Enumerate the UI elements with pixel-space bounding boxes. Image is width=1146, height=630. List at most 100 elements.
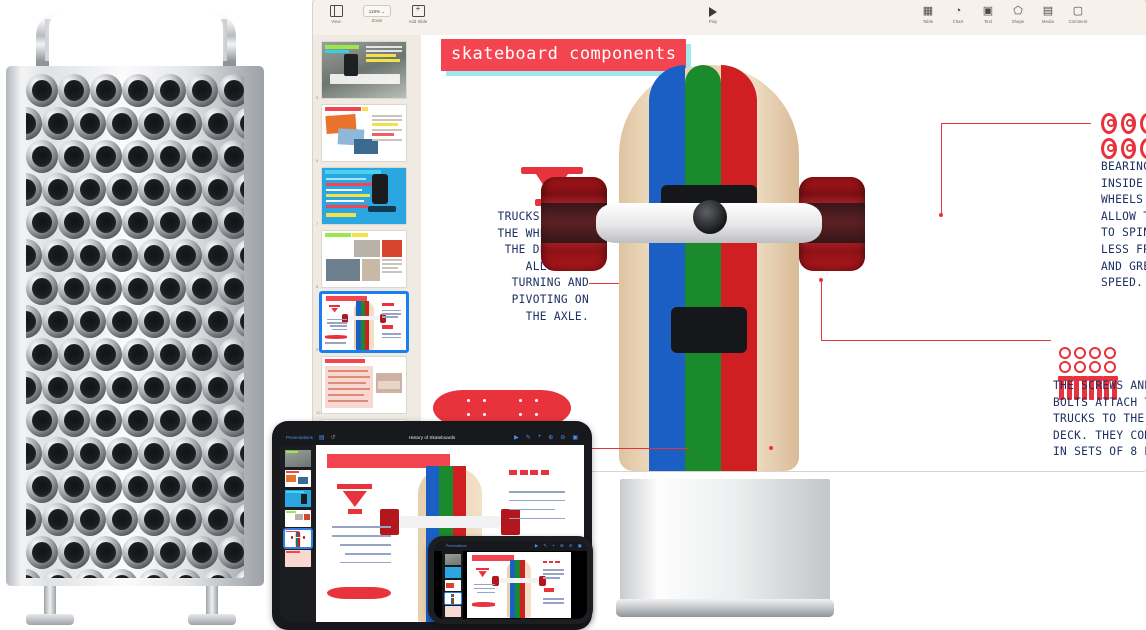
lattice-row	[26, 206, 244, 239]
lattice-hole	[42, 503, 74, 536]
truck-kingpin	[693, 200, 727, 234]
lattice-hole	[58, 470, 90, 503]
deck-stripe-red	[721, 65, 757, 471]
ipad-thumbnail[interactable]	[285, 490, 311, 507]
lattice-hole	[26, 305, 42, 338]
media-button[interactable]: ▤ Media	[1033, 5, 1063, 25]
lattice-hole	[170, 569, 202, 578]
play-button[interactable]: Play	[698, 5, 728, 25]
slide-canvas[interactable]: skateboard components TRUCKS ATTACH THE …	[421, 35, 1146, 471]
lattice-hole	[90, 470, 122, 503]
table-button[interactable]: ▦ Table	[913, 5, 943, 25]
lattice-hole	[90, 338, 122, 371]
lattice-hole	[58, 272, 90, 305]
iphone-thumbnail[interactable]	[444, 554, 461, 565]
zoom-value[interactable]: 119% ⌄	[362, 5, 392, 17]
lattice-hole	[234, 371, 244, 404]
deck-stripe-green	[685, 65, 721, 471]
slide-thumbnail-3[interactable]: 7	[316, 167, 415, 226]
view-button[interactable]: View	[321, 5, 351, 25]
slide-thumbnail-6[interactable]: 10	[316, 356, 415, 415]
pen-icon[interactable]: ✎	[526, 434, 531, 441]
lattice-hole	[186, 206, 218, 239]
collaborate-icon[interactable]: ⊕	[560, 543, 564, 549]
pen-icon[interactable]: ✎	[543, 543, 547, 549]
lattice-hole	[218, 74, 244, 107]
leader-line-bearings-v	[941, 123, 942, 215]
plus-icon[interactable]: +	[552, 543, 555, 549]
ipad-thumbnail[interactable]	[285, 470, 311, 487]
pro-display-xdr-screen: View 119% ⌄ Zoom Add Slide Play ▦ Table	[313, 0, 1146, 471]
slide-thumbnail-2[interactable]: 6	[316, 104, 415, 163]
ipad-thumbnail[interactable]	[285, 450, 311, 467]
lattice-hole	[106, 371, 138, 404]
table-icon: ▦	[922, 5, 934, 17]
lattice-hole	[74, 173, 106, 206]
lattice-hole	[186, 536, 218, 569]
lattice-hole	[154, 404, 186, 437]
lattice-row	[26, 470, 244, 503]
lattice-hole	[26, 107, 42, 140]
ipad-thumbnail[interactable]	[285, 510, 311, 527]
lattice-hole	[26, 503, 42, 536]
lattice-hole	[26, 206, 58, 239]
lattice-hole	[42, 107, 74, 140]
play-icon[interactable]: ▶	[514, 434, 519, 441]
lattice-hole	[202, 437, 234, 470]
sidebar-icon	[329, 5, 343, 18]
comment-button[interactable]: ▢ Comment	[1063, 5, 1093, 25]
shape-button[interactable]: ⬠ Shape	[1003, 5, 1033, 25]
ipad-thumbnail-selected[interactable]	[283, 528, 313, 549]
format-icon[interactable]: ▣	[572, 434, 578, 441]
add-slide-button[interactable]: Add Slide	[403, 3, 433, 25]
lattice-hole	[42, 437, 74, 470]
more-icon[interactable]: ⊖	[560, 434, 565, 441]
iphone-slide-navigator[interactable]	[442, 551, 463, 619]
ipad-slide-navigator[interactable]	[280, 445, 316, 622]
iphone-thumbnail-selected[interactable]	[443, 592, 462, 605]
lattice-hole	[122, 404, 154, 437]
lattice-hole	[58, 74, 90, 107]
lattice-hole	[218, 470, 244, 503]
collaborate-icon[interactable]: ⊕	[548, 434, 553, 441]
lattice-row	[26, 404, 244, 437]
iphone-thumbnail[interactable]	[444, 606, 461, 617]
more-icon[interactable]: ⊖	[569, 543, 573, 549]
slide-thumbnail-4[interactable]: 8	[316, 230, 415, 289]
format-icon[interactable]: ▣	[578, 543, 582, 549]
lattice-hole	[218, 338, 244, 371]
lattice-hole	[74, 305, 106, 338]
chart-button[interactable]: ◔ Chart	[943, 5, 973, 25]
lattice-hole	[42, 305, 74, 338]
zoom-control[interactable]: 119% ⌄ Zoom	[357, 5, 397, 23]
lattice-hole	[26, 536, 58, 569]
ipad-thumbnail[interactable]	[285, 550, 311, 567]
lattice-hole	[26, 173, 42, 206]
lattice-row	[26, 107, 244, 140]
iphone-screen[interactable]: Presentations ▶ ✎ + ⊕ ⊖ ▣	[434, 541, 587, 619]
play-triangle-icon	[709, 5, 717, 18]
lattice-row	[26, 239, 244, 272]
slide-thumbnail-5-selected[interactable]: 9	[316, 291, 415, 353]
callout-dot-screws	[819, 278, 823, 282]
slide-thumbnail-1[interactable]: 5	[316, 41, 415, 100]
lattice-hole	[218, 206, 244, 239]
iphone-thumbnail[interactable]	[444, 580, 461, 591]
thumbnail-image	[321, 356, 407, 414]
lattice-hole	[106, 569, 138, 578]
lattice-hole	[26, 404, 58, 437]
lattice-hole	[122, 140, 154, 173]
iphone-thumbnail[interactable]	[444, 567, 461, 578]
iphone-toolbar-icons: ▶ ✎ + ⊕ ⊖ ▣	[535, 543, 582, 549]
iphone-back-button[interactable]: Presentations	[446, 544, 467, 548]
mac-pro-lattice	[26, 74, 244, 578]
iphone-slide-canvas[interactable]	[467, 552, 571, 618]
plus-icon[interactable]: +	[538, 434, 542, 440]
text-button[interactable]: ▣ Text	[973, 5, 1003, 25]
lattice-hole	[26, 272, 58, 305]
lattice-hole	[90, 272, 122, 305]
lattice-row	[26, 173, 244, 206]
play-icon[interactable]: ▶	[535, 543, 539, 549]
slide-navigator[interactable]: 5 6 7 8 9 10	[313, 35, 422, 471]
mini-slide-art	[322, 294, 406, 350]
